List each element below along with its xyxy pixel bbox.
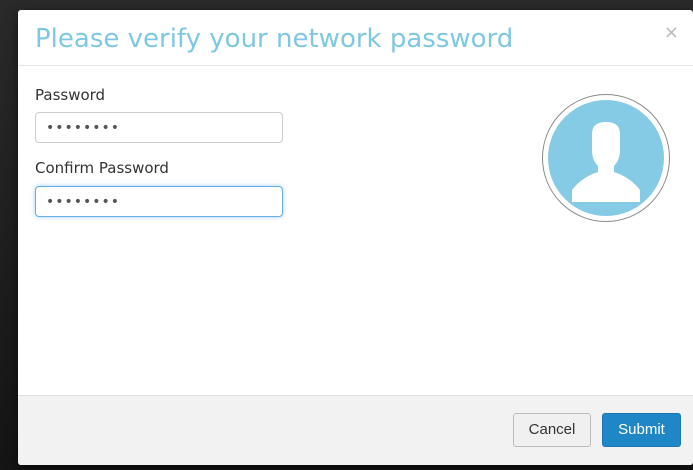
close-icon[interactable]: × — [664, 23, 679, 43]
dialog-title: Please verify your network password — [35, 24, 514, 54]
submit-button[interactable]: Submit — [602, 413, 681, 447]
password-input[interactable] — [35, 112, 283, 143]
avatar-circle — [548, 100, 664, 216]
password-label: Password — [35, 86, 106, 104]
avatar — [542, 94, 670, 222]
dialog-footer: Cancel Submit — [18, 395, 693, 465]
password-dialog: Please verify your network password × Pa… — [18, 10, 693, 465]
cancel-button[interactable]: Cancel — [513, 413, 591, 447]
user-silhouette-icon — [572, 122, 640, 202]
confirm-password-input[interactable] — [35, 186, 283, 217]
confirm-password-label: Confirm Password — [35, 159, 169, 177]
dialog-header: Please verify your network password × — [18, 10, 693, 66]
